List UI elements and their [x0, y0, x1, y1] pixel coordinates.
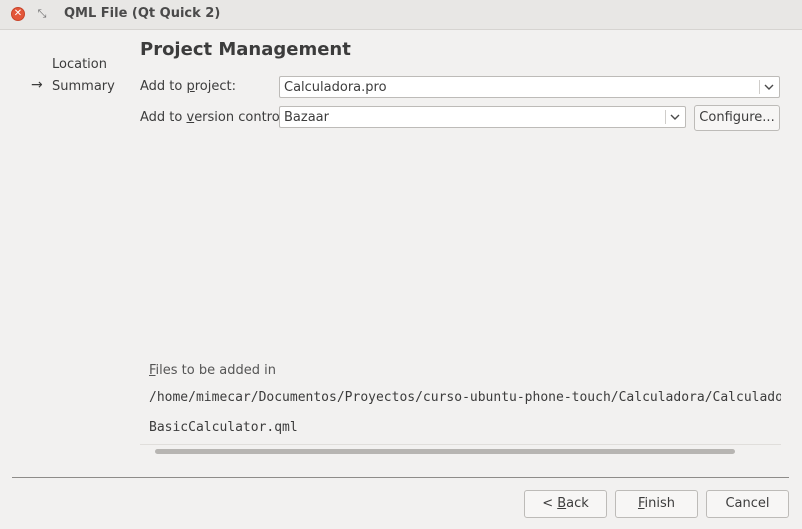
- page-title: Project Management: [140, 39, 351, 60]
- wizard-step-location: Location: [52, 57, 107, 72]
- window-title: QML File (Qt Quick 2): [64, 6, 221, 21]
- horizontal-scrollbar[interactable]: [140, 444, 781, 458]
- vcs-combo-value: Bazaar: [284, 110, 329, 125]
- combo-separator: [665, 110, 666, 124]
- add-to-project-label: Add to project:: [140, 79, 236, 94]
- add-to-vcs-label: Add to version control:: [140, 110, 288, 125]
- files-panel: Files to be added in /home/mimecar/Docum…: [140, 356, 781, 458]
- finish-button[interactable]: Finish: [615, 490, 698, 518]
- scrollbar-thumb[interactable]: [155, 449, 735, 454]
- footer-divider: [12, 477, 789, 478]
- chevron-down-icon: [764, 84, 774, 90]
- configure-button[interactable]: Configure...: [694, 105, 780, 131]
- cancel-button[interactable]: Cancel: [706, 490, 789, 518]
- back-button[interactable]: < Back: [524, 490, 607, 518]
- close-icon[interactable]: ✕: [11, 7, 25, 21]
- files-target-path: /home/mimecar/Documentos/Proyectos/curso…: [149, 390, 781, 405]
- wizard-step-summary: Summary: [52, 79, 115, 94]
- add-to-project-combobox[interactable]: Calculadora.pro: [279, 76, 780, 98]
- combo-separator: [759, 80, 760, 94]
- restore-icon[interactable]: ⤡: [35, 6, 49, 22]
- file-list-item: BasicCalculator.qml: [149, 420, 298, 435]
- current-step-arrow-icon: →: [31, 77, 43, 93]
- project-combo-value: Calculadora.pro: [284, 80, 387, 95]
- chevron-down-icon: [670, 114, 680, 120]
- add-to-vcs-combobox[interactable]: Bazaar: [279, 106, 686, 128]
- files-heading: Files to be added in: [149, 363, 276, 378]
- title-bar: ✕ ⤡ QML File (Qt Quick 2): [0, 0, 802, 30]
